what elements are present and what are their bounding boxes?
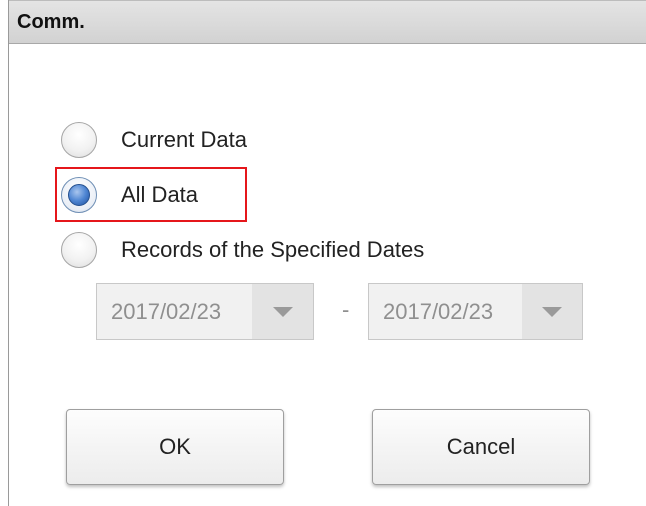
- radio-button-icon[interactable]: [61, 232, 97, 268]
- end-date-dropdown-button[interactable]: [522, 284, 582, 339]
- comm-dialog: Comm. Current Data All Data Records of t…: [8, 0, 646, 506]
- chevron-down-icon: [542, 306, 562, 317]
- start-date-dropdown[interactable]: 2017/02/23: [96, 283, 314, 340]
- date-range-separator: -: [342, 297, 350, 322]
- cancel-button[interactable]: Cancel: [372, 409, 590, 485]
- radio-label-specified-dates[interactable]: Records of the Specified Dates: [121, 237, 424, 263]
- radio-option-current-data[interactable]: Current Data: [61, 120, 247, 160]
- dialog-title: Comm.: [17, 11, 85, 33]
- start-date-value: 2017/02/23: [97, 284, 253, 339]
- radio-option-specified-dates[interactable]: Records of the Specified Dates: [61, 230, 424, 270]
- end-date-dropdown[interactable]: 2017/02/23: [368, 283, 583, 340]
- title-bar: Comm.: [9, 0, 646, 44]
- selection-highlight-box: [55, 167, 247, 222]
- radio-button-icon[interactable]: [61, 122, 97, 158]
- start-date-dropdown-button[interactable]: [252, 284, 313, 339]
- chevron-down-icon: [272, 306, 293, 317]
- radio-label-current-data[interactable]: Current Data: [121, 127, 247, 153]
- ok-button[interactable]: OK: [66, 409, 284, 485]
- end-date-value: 2017/02/23: [369, 284, 523, 339]
